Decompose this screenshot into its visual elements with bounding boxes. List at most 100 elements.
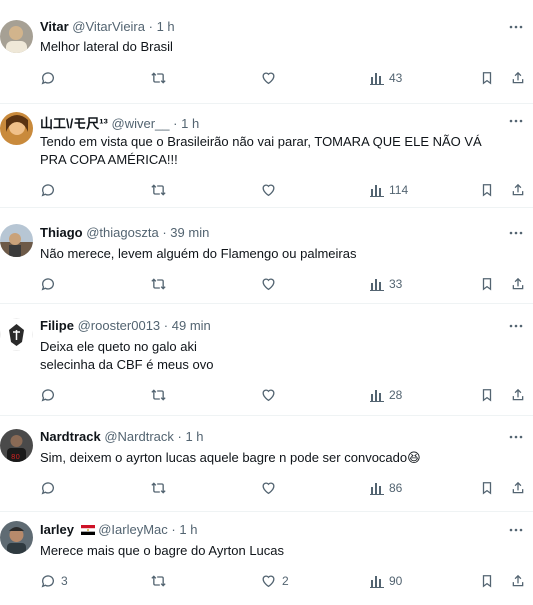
bookmark-button[interactable] bbox=[480, 571, 494, 591]
reply-icon bbox=[41, 184, 54, 197]
tweet-header: Iarley @IarleyMac · 1 h bbox=[40, 522, 197, 537]
more-icon[interactable] bbox=[509, 24, 523, 30]
reply-button[interactable] bbox=[40, 68, 61, 88]
tweet-item[interactable]: Filipe @rooster0013 · 49 min Deixa ele q… bbox=[0, 304, 533, 416]
share-button[interactable] bbox=[511, 180, 525, 200]
more-icon[interactable] bbox=[509, 527, 523, 533]
share-button[interactable] bbox=[511, 385, 525, 405]
timestamp[interactable]: 1 h bbox=[157, 19, 175, 34]
user-handle[interactable]: @Nardtrack bbox=[104, 429, 174, 444]
avatar[interactable] bbox=[0, 224, 33, 257]
share-icon bbox=[512, 574, 524, 587]
views-button[interactable]: 90 bbox=[370, 571, 402, 591]
like-button[interactable] bbox=[260, 385, 282, 405]
tweet-text: Deixa ele queto no galo aki selecinha da… bbox=[40, 338, 520, 374]
avatar[interactable]: 80 bbox=[0, 429, 33, 462]
heart-icon bbox=[262, 389, 275, 402]
user-handle[interactable]: @thiagoszta bbox=[86, 225, 158, 240]
views-button[interactable]: 86 bbox=[370, 478, 402, 498]
retweet-button[interactable] bbox=[150, 385, 167, 405]
tweet-header: Thiago @thiagoszta · 39 min bbox=[40, 225, 209, 240]
tweet-item[interactable]: Vitar @VitarVieira · 1 h Melhor lateral … bbox=[0, 0, 533, 104]
share-button[interactable] bbox=[511, 478, 525, 498]
share-icon bbox=[512, 183, 524, 196]
display-name[interactable]: Filipe bbox=[40, 318, 74, 333]
like-button[interactable]: 2 bbox=[260, 571, 289, 591]
views-count: 43 bbox=[389, 71, 403, 85]
user-handle[interactable]: @VitarVieira bbox=[72, 19, 145, 34]
more-icon[interactable] bbox=[509, 230, 523, 236]
tweet-text-line: Merece mais que o bagre do Ayrton Lucas bbox=[40, 543, 285, 558]
more-icon[interactable] bbox=[509, 323, 523, 329]
display-name[interactable]: Vitar bbox=[40, 19, 69, 34]
bookmark-icon bbox=[482, 389, 492, 402]
avatar[interactable] bbox=[0, 112, 33, 145]
bookmark-button[interactable] bbox=[480, 385, 494, 405]
views-button[interactable]: 114 bbox=[370, 180, 408, 200]
timestamp[interactable]: 49 min bbox=[172, 318, 211, 333]
heart-icon bbox=[262, 575, 275, 588]
bookmark-button[interactable] bbox=[480, 478, 494, 498]
avatar[interactable] bbox=[0, 521, 33, 554]
like-button[interactable] bbox=[260, 478, 282, 498]
user-handle[interactable]: @wiver__ bbox=[112, 116, 170, 131]
share-button[interactable] bbox=[511, 571, 525, 591]
views-button[interactable]: 33 bbox=[370, 274, 402, 294]
share-button[interactable] bbox=[511, 68, 525, 88]
reply-button[interactable] bbox=[40, 274, 61, 294]
reply-button[interactable] bbox=[40, 180, 61, 200]
bookmark-button[interactable] bbox=[480, 274, 494, 294]
tweet-text-line: Melhor lateral do Brasil bbox=[40, 39, 173, 54]
tweet-item[interactable]: Thiago @thiagoszta · 39 min Não merece, … bbox=[0, 208, 533, 304]
more-icon[interactable] bbox=[509, 434, 523, 440]
separator-dot: · bbox=[171, 522, 176, 537]
tweet-item[interactable]: Iarley @IarleyMac · 1 h Merece mais que … bbox=[0, 512, 533, 605]
views-button[interactable]: 43 bbox=[370, 68, 402, 88]
views-count: 86 bbox=[389, 481, 403, 495]
share-button[interactable] bbox=[511, 274, 525, 294]
display-name[interactable]: Nardtrack bbox=[40, 429, 101, 444]
heart-icon bbox=[262, 72, 275, 85]
heart-icon bbox=[262, 278, 275, 291]
retweet-button[interactable] bbox=[150, 571, 167, 591]
tweet-header: 山工\/モ尺¹³ @wiver__ · 1 h bbox=[40, 113, 199, 132]
bookmark-icon bbox=[482, 278, 492, 291]
action-bar: 43 bbox=[40, 68, 530, 88]
views-button[interactable]: 28 bbox=[370, 385, 402, 405]
timestamp[interactable]: 1 h bbox=[185, 429, 203, 444]
display-name[interactable]: 山工\/モ尺¹³ bbox=[40, 116, 108, 131]
tweet-item[interactable]: 山工\/モ尺¹³ @wiver__ · 1 h Tendo em vista q… bbox=[0, 104, 533, 208]
user-handle[interactable]: @IarleyMac bbox=[98, 522, 168, 537]
timestamp[interactable]: 1 h bbox=[179, 522, 197, 537]
tweet-text-line: Não merece, levem alguém do Flamengo ou … bbox=[40, 246, 357, 261]
reply-button[interactable] bbox=[40, 478, 61, 498]
retweet-button[interactable] bbox=[150, 274, 167, 294]
views-icon bbox=[370, 185, 384, 197]
retweet-button[interactable] bbox=[150, 478, 167, 498]
views-icon bbox=[370, 576, 384, 588]
avatar[interactable] bbox=[0, 20, 33, 53]
reply-icon bbox=[41, 482, 54, 495]
tweet-item[interactable]: 80 Nardtrack @Nardtrack · 1 h Sim, deixe… bbox=[0, 416, 533, 512]
timestamp[interactable]: 39 min bbox=[170, 225, 209, 240]
user-handle[interactable]: @rooster0013 bbox=[78, 318, 161, 333]
timestamp[interactable]: 1 h bbox=[181, 116, 199, 131]
retweet-button[interactable] bbox=[150, 180, 167, 200]
reply-icon bbox=[41, 575, 54, 588]
display-name[interactable]: Iarley bbox=[40, 522, 74, 537]
egypt-flag-icon bbox=[80, 525, 95, 535]
bookmark-button[interactable] bbox=[480, 68, 494, 88]
more-icon[interactable] bbox=[509, 118, 523, 124]
avatar[interactable] bbox=[0, 318, 33, 351]
reply-icon bbox=[41, 389, 54, 402]
like-button[interactable] bbox=[260, 68, 282, 88]
reply-button[interactable] bbox=[40, 385, 61, 405]
tweet-text: Merece mais que o bagre do Ayrton Lucas bbox=[40, 542, 520, 560]
retweet-button[interactable] bbox=[150, 68, 167, 88]
like-button[interactable] bbox=[260, 274, 282, 294]
like-button[interactable] bbox=[260, 180, 282, 200]
display-name[interactable]: Thiago bbox=[40, 225, 83, 240]
bookmark-button[interactable] bbox=[480, 180, 494, 200]
reply-icon bbox=[41, 278, 54, 291]
reply-button[interactable]: 3 bbox=[40, 571, 68, 591]
